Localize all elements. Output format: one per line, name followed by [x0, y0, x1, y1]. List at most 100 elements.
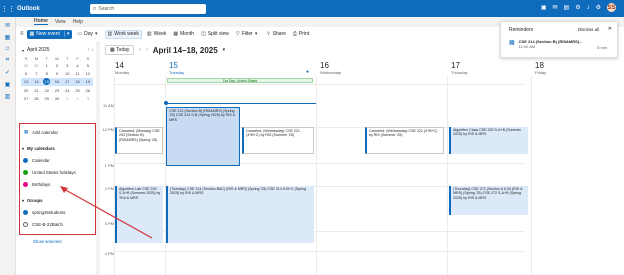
event-tue-cse214[interactable]: CSE 214 (Section B) (RIS&MRS) (Spring '2… [166, 107, 240, 166]
mini-day[interactable]: 31 [31, 61, 41, 69]
mini-day[interactable]: 3 [62, 61, 72, 69]
mini-day[interactable]: 16 [51, 77, 63, 87]
mini-day[interactable]: 12 [83, 69, 93, 77]
mini-day[interactable]: 10 [62, 69, 72, 77]
close-icon[interactable]: ✕ [608, 26, 612, 32]
calendar-color-dot [23, 182, 28, 187]
chevron-down-icon[interactable]: ▾ [22, 48, 24, 53]
mini-day-today[interactable]: 15 [41, 77, 52, 87]
mini-day[interactable]: 26 [83, 86, 93, 94]
split-view-button[interactable]: ◫ Split view [199, 30, 231, 39]
dismiss-all-button[interactable]: Dismiss all [578, 27, 599, 32]
mini-day[interactable]: 11 [72, 69, 82, 77]
mini-day[interactable]: 2 [72, 95, 82, 103]
group-item-spring25students[interactable]: spring25students [23, 210, 65, 215]
calendar-item-calendar[interactable]: Calendar [23, 158, 50, 163]
app-launcher-icon[interactable]: ⋮⋮ [0, 5, 16, 13]
today-button[interactable]: ▦ Today [105, 45, 135, 55]
chat-icon[interactable]: ✉ [553, 4, 558, 11]
mini-day[interactable]: 30 [52, 95, 62, 103]
mini-day[interactable]: 7 [31, 69, 41, 77]
share-button[interactable]: ⇪ Share [264, 30, 288, 39]
tab-help[interactable]: Help [73, 19, 83, 25]
event-tue-cse214-bc[interactable]: (Tuesday) CSE 214 (Section B&C) (RIS & M… [166, 186, 314, 243]
work-week-icon: ▥ [107, 31, 113, 37]
holiday-event[interactable]: Tax Day; United States [167, 78, 313, 83]
group-item-cse-b-22batch[interactable]: CSE-B-22Batch [23, 222, 63, 227]
mini-day[interactable]: 6 [21, 69, 31, 77]
mini-day[interactable]: 23 [52, 86, 62, 94]
reminder-item[interactable]: ▦ CSE 214 (Section B) (RIS&MRS)... 11:00… [509, 39, 582, 49]
arrow-down-icon[interactable]: ↓ [92, 47, 95, 53]
calendar-view: ▦ Today ‹ › April 14–18, 2025 ▾ 14 Monday… [100, 41, 624, 275]
add-calendar[interactable]: ▦ Add calendar [24, 129, 58, 135]
mini-day[interactable]: 29 [42, 95, 52, 103]
mini-day[interactable]: 21 [31, 86, 41, 94]
date-range[interactable]: April 14–18, 2025 [153, 46, 218, 55]
day-header-friday: 18 Friday [535, 61, 546, 75]
mini-day[interactable]: 2 [52, 61, 62, 69]
mail-icon[interactable]: ✉ [0, 22, 15, 29]
mini-day[interactable]: 14 [31, 77, 42, 87]
mini-day[interactable]: 1 [42, 61, 52, 69]
mini-day[interactable]: 4 [72, 61, 82, 69]
search-box[interactable]: ⌕ Search [90, 4, 206, 14]
event-mon-algorithm-lab[interactable]: Algorithm Lab CSE 226 S-A+B (Summer 2025… [115, 186, 163, 243]
month-button[interactable]: ▦ Month [171, 30, 196, 39]
mini-day[interactable]: 18 [72, 77, 83, 87]
my-calendars-header[interactable]: ▾ My calendars [22, 146, 55, 151]
week-button[interactable]: ▥ Week [145, 30, 168, 39]
mini-day[interactable]: 13 [21, 77, 32, 87]
mini-day[interactable]: 9 [52, 69, 62, 77]
mini-day[interactable]: 20 [21, 86, 31, 94]
people-icon[interactable]: ☺ [0, 46, 15, 52]
print-button[interactable]: ⎙ Print [291, 30, 311, 39]
collapse-icon[interactable]: ≡ [20, 31, 24, 37]
next-arrow-icon[interactable]: › [146, 47, 148, 53]
mini-day[interactable]: 17 [62, 77, 73, 87]
day-button[interactable]: ▭ Day ▾ [75, 30, 101, 39]
mini-day[interactable]: 28 [31, 95, 41, 103]
apps-icon[interactable]: ▣ [0, 81, 15, 88]
event-thu-cse272[interactable]: (Thursday) CSE 272 (Section A & B) (RIS … [449, 186, 528, 215]
calendar-icon[interactable]: ▦ [0, 34, 15, 41]
chevron-down-icon[interactable]: ▾ [223, 47, 226, 53]
mini-day[interactable]: 8 [42, 69, 52, 77]
mini-day[interactable]: 27 [21, 95, 31, 103]
work-week-button[interactable]: ▥ Work week [104, 29, 142, 39]
avatar[interactable]: SS [607, 3, 616, 12]
more-apps-icon[interactable]: ▥ [0, 93, 15, 100]
groups-header[interactable]: ▾ Groups [22, 198, 43, 203]
meet-icon[interactable]: ▣ [541, 4, 547, 11]
mini-day[interactable]: 30 [21, 61, 31, 69]
mini-day[interactable]: 19 [82, 77, 93, 87]
calendar-item-holidays[interactable]: United States holidays [23, 170, 76, 175]
chevron-down-icon[interactable]: ▾ [63, 31, 69, 37]
bell-icon[interactable]: ♪ [587, 5, 590, 11]
event-wed-canceled[interactable]: Canceled: (Wednesday) CSE 221 (4+B+C) by… [242, 127, 314, 154]
event-mon-canceled[interactable]: Canceled: (Monday) CSE 203 (Section B) (… [115, 127, 163, 154]
tab-home[interactable]: Home [34, 18, 48, 25]
settings-icon[interactable]: ⚙ [575, 4, 580, 11]
mini-day[interactable]: 5 [83, 61, 93, 69]
arrow-up-icon[interactable]: ↑ [88, 47, 91, 53]
mini-day[interactable]: 3 [83, 95, 93, 103]
help-icon[interactable]: ⚙ [596, 4, 601, 11]
prev-arrow-icon[interactable]: ‹ [139, 47, 141, 53]
todo-icon[interactable]: ✓ [0, 69, 15, 76]
mini-day[interactable]: 25 [72, 86, 82, 94]
calendar-item-birthdays[interactable]: Birthdays [23, 182, 50, 187]
show-selected-link[interactable]: Show selected [33, 239, 62, 244]
event-fri-algorithm-class[interactable]: Algorithm Class CSE 225 S-A+B (Summer 20… [449, 127, 528, 154]
tab-view[interactable]: View [55, 19, 66, 25]
new-event-button[interactable]: ▦ New event ▾ [26, 29, 73, 39]
mini-calendar-nav: ↑ ↓ [88, 47, 94, 53]
mini-day[interactable]: 22 [42, 86, 52, 94]
mini-day[interactable]: 24 [62, 86, 72, 94]
attach-icon[interactable]: ⌗ [0, 57, 15, 64]
event-wed-canceled-2[interactable]: Canceled: (Wednesday) CSE 221 (4+B+C) by… [365, 127, 444, 154]
calendar-item-label: United States holidays [32, 170, 76, 175]
mini-day[interactable]: 1 [62, 95, 72, 103]
filter-button[interactable]: ▽ Filter ▾ [234, 30, 262, 39]
tasks-icon[interactable]: ▤ [564, 4, 570, 11]
